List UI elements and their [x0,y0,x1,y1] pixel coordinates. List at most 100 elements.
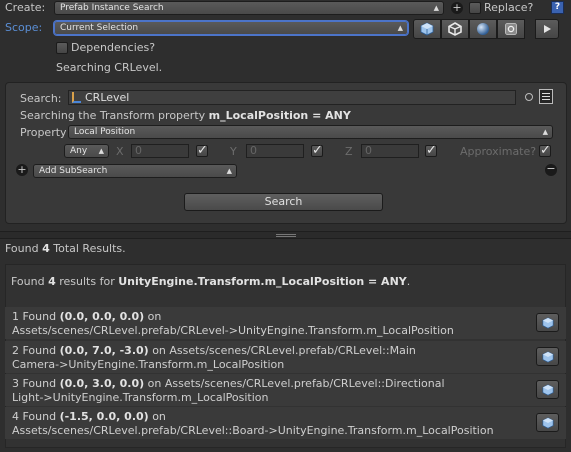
y-label: Y [230,145,237,158]
scope-settings-button[interactable] [497,19,525,39]
property-dropdown-value: Local Position [74,127,136,137]
property-dropdown[interactable]: Local Position ▲ [68,125,553,139]
result-item[interactable]: 2 Found (0.0, 7.0, -3.0) on Assets/scene… [5,341,566,373]
scope-play-button[interactable] [535,19,559,39]
scope-scene-button[interactable] [441,19,469,39]
search-label: Search: [20,92,62,105]
search-description-prefix: Searching the Transform property [20,109,206,122]
search-description: Searching the Transform property m_Local… [20,109,351,122]
z-checkbox[interactable] [425,143,437,158]
y-field[interactable]: 0 [246,144,304,158]
property-label: Property [20,126,67,139]
result-ping-button[interactable] [536,413,559,432]
result-index: 3 [12,377,19,390]
remove-circle-icon[interactable]: − [545,163,557,176]
scope-prefab-button[interactable] [413,19,441,39]
play-icon [544,25,551,33]
result-value: (0.0, 0.0, 0.0) [59,310,145,323]
dropdown-arrow-icon: ▲ [433,4,439,12]
result-ping-button[interactable] [536,380,559,399]
result-path-start: on Assets/scenes/CRLevel.prefab/CRLevel:… [152,344,416,357]
result-item[interactable]: 4 Found (-1.5, 0.0, 0.0) on Assets/scene… [5,407,566,439]
prefab-cube-icon [542,317,554,329]
results-header-target: UnityEngine.Transform.m_LocalPosition = … [118,275,407,288]
mode-dropdown-value: Any [70,146,88,156]
clear-circle-icon[interactable] [525,93,533,101]
dropdown-arrow-icon: ▲ [98,147,104,155]
settings-asset-icon [505,23,517,35]
x-field[interactable]: 0 [131,144,189,158]
result-path: Light->UnityEngine.Transform.m_LocalPosi… [12,391,269,404]
add-circle-icon[interactable]: + [451,2,463,14]
result-path: Assets/scenes/CRLevel.prefab/CRLevel->Un… [12,324,454,337]
z-field[interactable]: 0 [361,144,419,158]
prefab-cube-icon [542,351,554,363]
sphere-icon [477,23,489,35]
result-ping-button[interactable] [536,347,559,366]
replace-checkbox[interactable] [469,2,481,14]
approximate-label: Approximate? [460,145,537,158]
approximate-checkbox[interactable] [539,143,551,158]
add-subsearch-dropdown[interactable]: Add SubSearch ▲ [33,164,237,178]
result-index: 1 [12,310,19,323]
total-results-count: 4 [42,242,50,255]
replace-label: Replace? [484,1,534,14]
result-path-start: on [152,410,166,423]
create-dropdown[interactable]: Prefab Instance Search ▲ [54,1,444,15]
add-subsearch-label: Add SubSearch [39,166,108,176]
results-header-prefix: Found [11,275,45,288]
dropdown-arrow-icon: ▲ [397,24,403,32]
result-path-start: on Assets/scenes/CRLevel.prefab/CRLevel:… [147,377,445,390]
prefab-object-icon [72,92,81,103]
result-found: Found [22,410,57,423]
z-label: Z [345,145,353,158]
create-label: Create: [5,1,46,14]
scope-dropdown-value: Current Selection [60,23,139,33]
result-index: 4 [12,410,19,423]
dropdown-arrow-icon: ▲ [226,167,232,175]
dependencies-checkbox[interactable] [56,42,68,54]
mode-dropdown[interactable]: Any ▲ [64,144,109,158]
add-circle-icon[interactable]: + [16,164,28,176]
result-index: 2 [12,344,19,357]
result-path: Camera->UnityEngine.Transform.m_LocalPos… [12,358,285,371]
help-book-icon[interactable]: ? [551,1,564,14]
results-header: Found 4 results for UnityEngine.Transfor… [11,275,410,288]
scope-dropdown[interactable]: Current Selection ▲ [54,21,408,35]
prefab-cube-icon [542,384,554,396]
result-item[interactable]: 1 Found (0.0, 0.0, 0.0) on Assets/scenes… [5,307,566,339]
result-value: (-1.5, 0.0, 0.0) [59,410,149,423]
result-ping-button[interactable] [536,313,559,332]
results-header-count: 4 [48,275,56,288]
hamburger-menu-icon[interactable] [539,89,553,104]
search-button-label: Search [264,195,303,208]
y-checkbox[interactable] [311,143,323,158]
search-button[interactable]: Search [184,193,383,211]
prefab-cube-icon [542,417,554,429]
search-description-property: m_LocalPosition = ANY [208,109,351,122]
result-found: Found [22,310,57,323]
prefab-cube-icon [420,22,434,36]
total-results-prefix: Found [5,242,39,255]
results-header-mid: results for [59,275,115,288]
total-results-suffix: Total Results. [53,242,126,255]
result-found: Found [22,377,57,390]
dependencies-label: Dependencies? [71,41,156,54]
result-found: Found [22,344,57,357]
splitter-grip-icon [276,234,296,237]
result-value: (0.0, 7.0, -3.0) [59,344,149,357]
search-input-value: CRLevel [85,91,130,104]
total-results: Found 4 Total Results. [5,242,126,255]
panel-splitter[interactable] [0,231,571,239]
scope-label: Scope: [5,21,43,34]
unity-logo-icon [448,22,462,36]
result-value: (0.0, 3.0, 0.0) [59,377,145,390]
result-path-start: on [147,310,162,323]
result-item[interactable]: 3 Found (0.0, 3.0, 0.0) on Assets/scenes… [5,374,566,406]
searching-status: Searching CRLevel. [56,61,163,74]
scope-sphere-button[interactable] [469,19,497,39]
x-checkbox[interactable] [196,143,208,158]
dropdown-arrow-icon: ▲ [542,128,548,136]
search-input[interactable]: CRLevel [68,90,516,105]
x-label: X [116,145,124,158]
